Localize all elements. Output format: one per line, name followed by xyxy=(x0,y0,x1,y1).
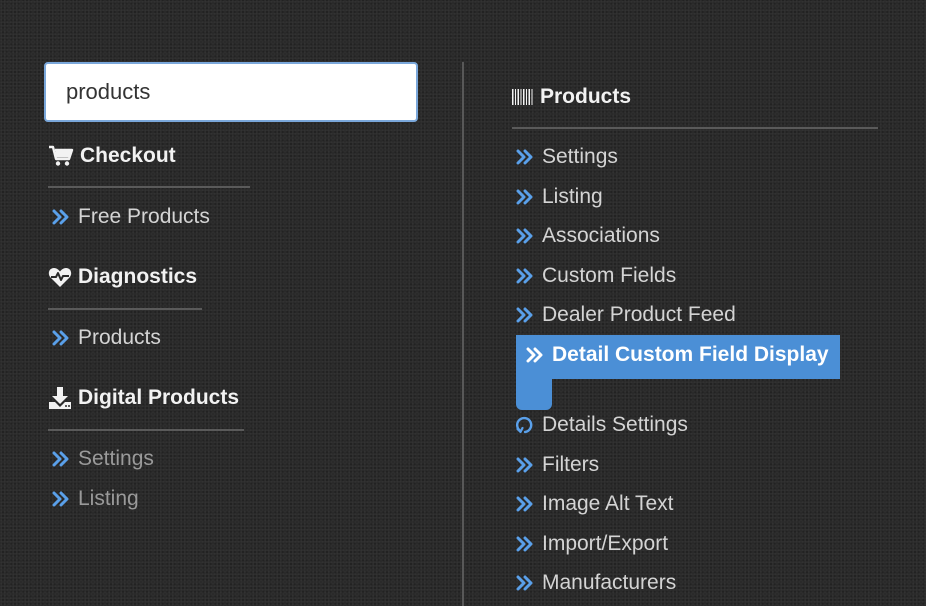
link-label: Filters xyxy=(542,453,600,476)
section-title-label: Checkout xyxy=(80,144,176,167)
link-products-manufacturers[interactable]: Manufacturers xyxy=(516,571,676,595)
link-digital-settings[interactable]: Settings xyxy=(52,447,154,471)
column-divider xyxy=(462,62,464,606)
link-label: Settings xyxy=(78,447,154,470)
link-products-import-export[interactable]: Import/Export xyxy=(516,532,668,556)
section-title-label: Digital Products xyxy=(78,386,240,409)
link-label: Settings xyxy=(542,145,618,168)
link-label: Detail Custom Field Display xyxy=(552,343,829,366)
link-products-image-alt-text[interactable]: Image Alt Text xyxy=(516,492,674,516)
heartbeat-icon xyxy=(48,268,72,287)
double-chevron-right-icon xyxy=(516,189,533,205)
link-free-products[interactable]: Free Products xyxy=(52,205,210,229)
double-chevron-right-icon xyxy=(516,307,533,323)
link-label: Custom Fields xyxy=(542,264,677,287)
link-label: Manufacturers xyxy=(542,571,677,594)
double-chevron-right-icon xyxy=(516,268,533,284)
section-title-digital-products: Digital Products xyxy=(48,386,239,410)
divider xyxy=(48,308,202,310)
link-products-dealer-feed[interactable]: Dealer Product Feed xyxy=(516,303,736,327)
double-chevron-right-icon xyxy=(516,496,533,512)
double-chevron-right-icon xyxy=(516,575,533,591)
divider xyxy=(512,127,878,129)
search-input[interactable] xyxy=(44,62,418,122)
divider xyxy=(48,429,244,431)
link-products-listing[interactable]: Listing xyxy=(516,185,603,209)
divider xyxy=(48,186,250,188)
link-products-detail-custom-field-display[interactable]: Detail Custom Field Display xyxy=(526,343,829,367)
link-products-associations[interactable]: Associations xyxy=(516,224,660,248)
link-diagnostics-products[interactable]: Products xyxy=(52,326,161,350)
section-title-checkout: Checkout xyxy=(48,144,176,168)
link-label: Import/Export xyxy=(542,532,669,555)
link-label: Free Products xyxy=(78,205,210,228)
double-chevron-right-icon xyxy=(52,451,69,467)
link-label: Products xyxy=(78,326,161,349)
link-products-filters[interactable]: Filters xyxy=(516,453,599,477)
link-label: Dealer Product Feed xyxy=(542,303,736,326)
link-label: Listing xyxy=(78,487,139,510)
barcode-icon xyxy=(512,89,533,105)
download-icon xyxy=(49,387,71,409)
double-chevron-right-icon xyxy=(516,228,533,244)
double-chevron-right-icon xyxy=(52,491,69,507)
link-products-custom-fields[interactable]: Custom Fields xyxy=(516,264,676,288)
link-digital-listing[interactable]: Listing xyxy=(52,487,139,511)
double-chevron-right-icon xyxy=(52,330,69,346)
link-products-details-settings[interactable]: Details Settings xyxy=(516,413,688,437)
double-chevron-right-icon xyxy=(516,536,533,552)
link-label: Associations xyxy=(542,224,660,247)
link-label: Details Settings xyxy=(542,413,688,436)
section-title-products: Products xyxy=(512,85,631,109)
section-title-label: Diagnostics xyxy=(78,265,198,288)
double-chevron-right-icon xyxy=(526,347,543,363)
refresh-icon xyxy=(516,416,533,434)
double-chevron-right-icon xyxy=(52,209,69,225)
shopping-cart-icon xyxy=(49,145,74,166)
link-label: Listing xyxy=(542,185,603,208)
link-label: Image Alt Text xyxy=(542,492,674,515)
double-chevron-right-icon xyxy=(516,457,533,473)
link-products-settings[interactable]: Settings xyxy=(516,145,618,169)
double-chevron-right-icon xyxy=(516,149,533,165)
section-title-label: Products xyxy=(540,85,632,108)
section-title-diagnostics: Diagnostics xyxy=(48,265,197,289)
